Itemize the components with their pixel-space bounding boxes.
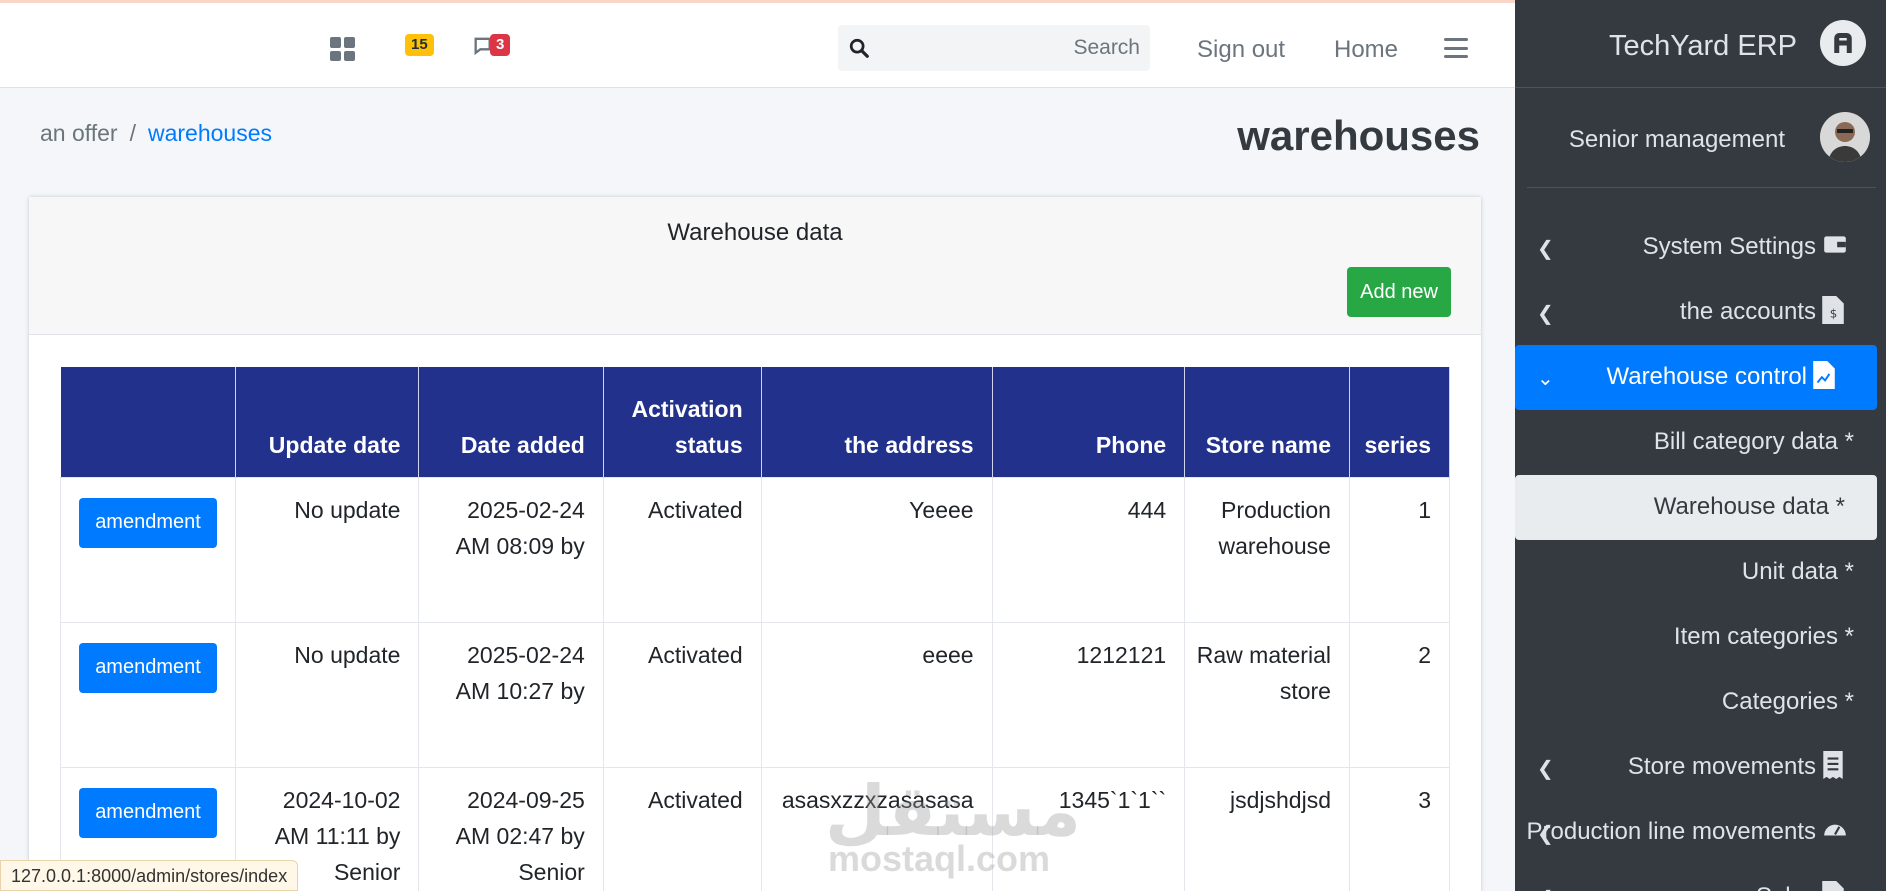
- apps-grid-icon[interactable]: [330, 37, 356, 61]
- chevron-left-icon: ❮: [1537, 886, 1554, 891]
- browser-status-url: 127.0.0.1:8000/admin/stores/index: [0, 860, 299, 891]
- page-title: warehouses: [1237, 112, 1480, 159]
- sidebar-item-store-movements[interactable]: ❮ Store movements: [1515, 735, 1886, 800]
- date-added-cell: 2024-09-25 AM 02:47 by Senior: [418, 766, 604, 891]
- column-header-series[interactable]: series: [1349, 367, 1451, 477]
- table-row: amendment No update 2025-02-24 AM 10:27 …: [60, 621, 1451, 768]
- column-header-update-date[interactable]: Update date: [235, 367, 420, 477]
- user-panel[interactable]: Senior management: [1527, 88, 1876, 188]
- breadcrumb-parent[interactable]: an offer: [40, 120, 118, 147]
- receipt-icon: [1822, 751, 1846, 779]
- status-cell: Activated: [602, 621, 762, 768]
- sidebar-item-unit-data[interactable]: Unit data *: [1515, 540, 1886, 605]
- search-input[interactable]: [878, 31, 1140, 65]
- chevron-down-icon: ⌄: [1537, 368, 1554, 390]
- card-title: Warehouse data: [667, 219, 843, 246]
- sidebar-item-sales[interactable]: ❮ Sales: [1515, 865, 1886, 891]
- svg-text:$: $: [1830, 307, 1838, 321]
- amendment-button[interactable]: amendment: [79, 787, 217, 838]
- home-link[interactable]: Home: [1334, 36, 1398, 64]
- watermark-text: mostaql.com: [828, 838, 1051, 879]
- add-new-button[interactable]: Add new: [1347, 267, 1451, 317]
- phone-cell: 1212121: [991, 621, 1186, 768]
- brand[interactable]: TechYard ERP: [1515, 0, 1886, 88]
- column-header-address[interactable]: the address: [761, 367, 993, 477]
- series-cell: 2: [1348, 621, 1451, 768]
- chevron-left-icon: ❮: [1537, 303, 1554, 325]
- sidebar-item-warehouse-data[interactable]: Warehouse data *: [1515, 475, 1877, 540]
- breadcrumb-current[interactable]: warehouses: [148, 120, 272, 147]
- sidebar-item-label: Store movements: [1627, 753, 1816, 780]
- status-cell: Activated: [602, 476, 762, 623]
- sidebar-item-label: Production line movements: [1526, 818, 1816, 845]
- sign-out-link[interactable]: Sign out: [1197, 36, 1285, 64]
- sidebar-item-label: the accounts: [1679, 298, 1816, 325]
- file-invoice-icon: [1822, 881, 1846, 891]
- sidebar-item-system-settings[interactable]: ❮ System Settings: [1515, 215, 1886, 280]
- date-added-cell: 2025-02-24 AM 10:27 by: [418, 621, 604, 768]
- status-cell: Activated: [602, 766, 762, 891]
- column-header-phone[interactable]: Phone: [992, 367, 1186, 477]
- sidebar-item-label: Sales: [1756, 883, 1816, 891]
- card-header: Warehouse data Add new: [29, 197, 1481, 335]
- column-header-store-name[interactable]: Store name: [1184, 367, 1350, 477]
- sidebar-item-label: Bill category data *: [1653, 428, 1854, 455]
- sidebar-item-accounts[interactable]: ❮ the accounts $: [1515, 280, 1886, 345]
- column-header-activation-status[interactable]: Activation status: [603, 367, 762, 477]
- update-date-cell: No update: [234, 476, 420, 623]
- store-name-cell: Production warehouse: [1184, 476, 1350, 623]
- notifications-badge: 15: [405, 34, 434, 56]
- tachometer-icon: [1822, 816, 1846, 844]
- file-chart-icon: [1813, 361, 1837, 389]
- sidebar: TechYard ERP Senior management ❮ System …: [1515, 0, 1886, 891]
- brand-logo-icon: [1820, 20, 1866, 66]
- update-date-cell: No update: [234, 621, 420, 768]
- search-box: [838, 25, 1150, 71]
- sidebar-item-warehouse-control[interactable]: ⌄ Warehouse control: [1515, 345, 1877, 410]
- breadcrumb-separator: /: [129, 120, 136, 146]
- messages-badge: 3: [490, 34, 511, 56]
- table-row: amendment No update 2025-02-24 AM 08:09 …: [60, 476, 1451, 623]
- sidebar-item-label: Categories *: [1721, 688, 1854, 715]
- sidebar-item-bill-category-data[interactable]: Bill category data *: [1515, 410, 1886, 475]
- avatar[interactable]: [1820, 112, 1870, 162]
- user-name[interactable]: Senior management: [1569, 126, 1785, 154]
- sidebar-item-label: Unit data *: [1741, 558, 1854, 585]
- warehouse-table: Update date Date added Activation status…: [60, 367, 1451, 891]
- sidebar-item-production-line-movements[interactable]: ❮ Production line movements: [1515, 800, 1886, 865]
- sidebar-item-label: Warehouse data *: [1653, 493, 1845, 520]
- action-cell: amendment: [60, 476, 236, 623]
- action-cell: amendment: [60, 621, 236, 768]
- table-header-row: Update date Date added Activation status…: [60, 367, 1451, 477]
- column-header-date-added[interactable]: Date added: [418, 367, 604, 477]
- amendment-button[interactable]: amendment: [79, 497, 217, 548]
- sidebar-item-label: System Settings: [1642, 233, 1816, 260]
- address-cell: eeee: [760, 621, 993, 768]
- chevron-left-icon: ❮: [1537, 758, 1554, 780]
- store-name-cell: Raw material store: [1184, 621, 1350, 768]
- search-icon[interactable]: [848, 37, 870, 64]
- invoice-dollar-icon: $: [1822, 296, 1846, 324]
- wallet-icon: [1822, 231, 1846, 259]
- store-name-cell: jsdjshdjsd: [1184, 766, 1350, 891]
- sidebar-item-item-categories[interactable]: Item categories *: [1515, 605, 1886, 670]
- menu-toggle-icon[interactable]: [1444, 38, 1468, 58]
- chevron-left-icon: ❮: [1537, 238, 1554, 260]
- series-cell: 1: [1348, 476, 1451, 623]
- brand-name[interactable]: TechYard ERP: [1609, 30, 1797, 63]
- phone-cell: 444: [991, 476, 1186, 623]
- sidebar-item-categories[interactable]: Categories *: [1515, 670, 1886, 735]
- address-cell: Yeeee: [760, 476, 993, 623]
- date-added-cell: 2025-02-24 AM 08:09 by: [418, 476, 604, 623]
- column-header-action: [60, 367, 236, 477]
- sidebar-nav: ❮ System Settings ❮ the accounts $ ⌄ War…: [1515, 215, 1886, 891]
- amendment-button[interactable]: amendment: [79, 642, 217, 693]
- breadcrumb: an offer / warehouses: [40, 120, 272, 147]
- sidebar-item-label: Item categories *: [1673, 623, 1854, 650]
- sidebar-item-label: Warehouse control: [1606, 363, 1807, 390]
- top-navbar: 15 3 Sign out Home: [0, 0, 1515, 88]
- series-cell: 3: [1348, 766, 1451, 891]
- warehouse-card: Warehouse data Add new Update date Date …: [28, 196, 1482, 891]
